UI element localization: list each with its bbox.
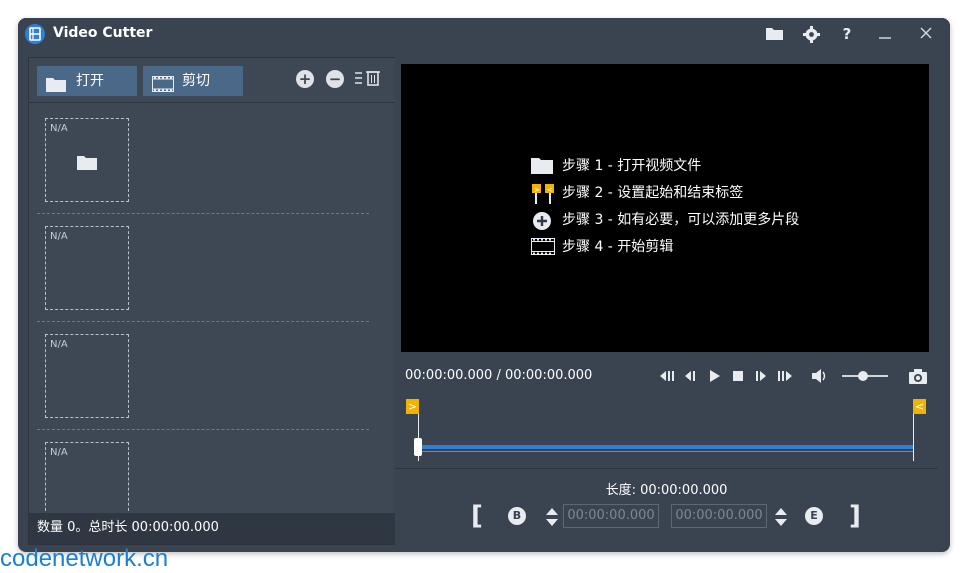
volume-icon[interactable] (810, 367, 828, 385)
volume-slider[interactable] (842, 371, 888, 381)
svg-text:<: < (547, 186, 553, 194)
set-start-bracket-button[interactable]: [ (471, 501, 483, 531)
player-panel: 步骤 1 - 打开视频文件 > < 步骤 2 - 设置起始和结束标签 步骤 3 -… (395, 57, 938, 543)
thumbnail-label: N/A (50, 339, 68, 350)
minimize-icon[interactable] (874, 23, 896, 45)
status-text: 数量 0。总时长 00:00:00.000 (37, 520, 219, 535)
start-marker[interactable]: > (406, 399, 419, 414)
list-item-thumbnail[interactable]: N/A (45, 226, 129, 310)
divider (37, 321, 369, 322)
divider (37, 213, 369, 214)
step-text: 步骤 4 - 开始剪辑 (562, 239, 674, 255)
time-display: 00:00:00.000 / 00:00:00.000 (405, 368, 593, 383)
thumbnail-label: N/A (50, 447, 68, 458)
help-icon[interactable]: ? (836, 23, 858, 45)
previous-frame-icon[interactable] (681, 367, 699, 385)
end-time-input[interactable]: 00:00:00.000 (671, 504, 767, 528)
camera-icon[interactable] (908, 367, 927, 385)
folder-icon (46, 73, 66, 103)
film-icon (531, 238, 555, 256)
remove-segment-button[interactable]: − (326, 70, 344, 88)
watermark: codenetwork.cn (0, 545, 169, 572)
folder-icon[interactable] (763, 23, 785, 45)
app-logo-icon (25, 24, 45, 44)
start-time-stepper[interactable] (544, 506, 560, 532)
close-icon[interactable] (915, 23, 937, 45)
playhead[interactable] (414, 438, 422, 456)
segment-controls: 长度: 00:00:00.000 [ B 00:00:00.000 00:00:… (395, 468, 938, 544)
folder-icon (77, 155, 97, 174)
title-bar: Video Cutter ? (18, 18, 950, 50)
step-text: 步骤 2 - 设置起始和结束标签 (562, 185, 744, 201)
video-preview[interactable]: 步骤 1 - 打开视频文件 > < 步骤 2 - 设置起始和结束标签 步骤 3 -… (401, 64, 929, 352)
file-toolbar: 打开 剪切 + − (29, 58, 395, 103)
go-to-end-icon[interactable] (776, 367, 794, 385)
gear-icon[interactable] (800, 23, 822, 45)
add-icon (531, 211, 553, 230)
clear-list-icon[interactable] (355, 69, 381, 91)
list-item-thumbnail[interactable]: N/A (45, 118, 129, 202)
film-icon (152, 73, 174, 103)
end-marker-line (913, 414, 914, 461)
app-window: Video Cutter ? 打开 剪切 + − N/A N/A N/A N/A… (18, 18, 950, 552)
play-icon[interactable] (705, 367, 723, 385)
list-item-thumbnail[interactable]: N/A (45, 442, 129, 511)
timeline-subtrack (418, 451, 914, 452)
thumbnail-label: N/A (50, 231, 68, 242)
segment-list: N/A N/A N/A N/A (29, 103, 395, 511)
end-marker[interactable]: < (913, 399, 926, 414)
end-time-stepper[interactable] (773, 506, 789, 532)
end-marker-button[interactable]: E (805, 507, 823, 525)
go-to-start-icon[interactable] (658, 367, 676, 385)
start-time-input[interactable]: 00:00:00.000 (563, 504, 659, 528)
svg-text:>: > (534, 186, 540, 194)
divider (37, 429, 369, 430)
timeline[interactable]: > < (395, 397, 938, 467)
stop-icon[interactable] (729, 367, 747, 385)
cut-button[interactable]: 剪切 (143, 66, 243, 96)
timeline-track[interactable] (418, 445, 914, 449)
step-text: 步骤 3 - 如有必要，可以添加更多片段 (562, 212, 800, 228)
markers-icon: > < (531, 184, 554, 204)
add-segment-button[interactable]: + (296, 70, 314, 88)
volume-slider-handle[interactable] (858, 371, 868, 381)
folder-icon (531, 157, 553, 175)
file-list-panel: 打开 剪切 + − N/A N/A N/A N/A 数量 0。总时长 00:00… (28, 57, 396, 545)
step-text: 步骤 1 - 打开视频文件 (562, 158, 702, 174)
set-end-bracket-button[interactable]: ] (849, 501, 861, 531)
status-bar: 数量 0。总时长 00:00:00.000 (29, 513, 395, 544)
length-label: 长度: 00:00:00.000 (605, 483, 728, 498)
cut-button-label: 剪切 (182, 73, 210, 89)
list-item-thumbnail[interactable]: N/A (45, 334, 129, 418)
begin-marker-button[interactable]: B (508, 507, 526, 525)
thumbnail-label: N/A (50, 123, 68, 134)
next-frame-icon[interactable] (752, 367, 770, 385)
window-title: Video Cutter (53, 25, 153, 41)
open-button-label: 打开 (76, 73, 104, 89)
open-button[interactable]: 打开 (37, 66, 137, 96)
